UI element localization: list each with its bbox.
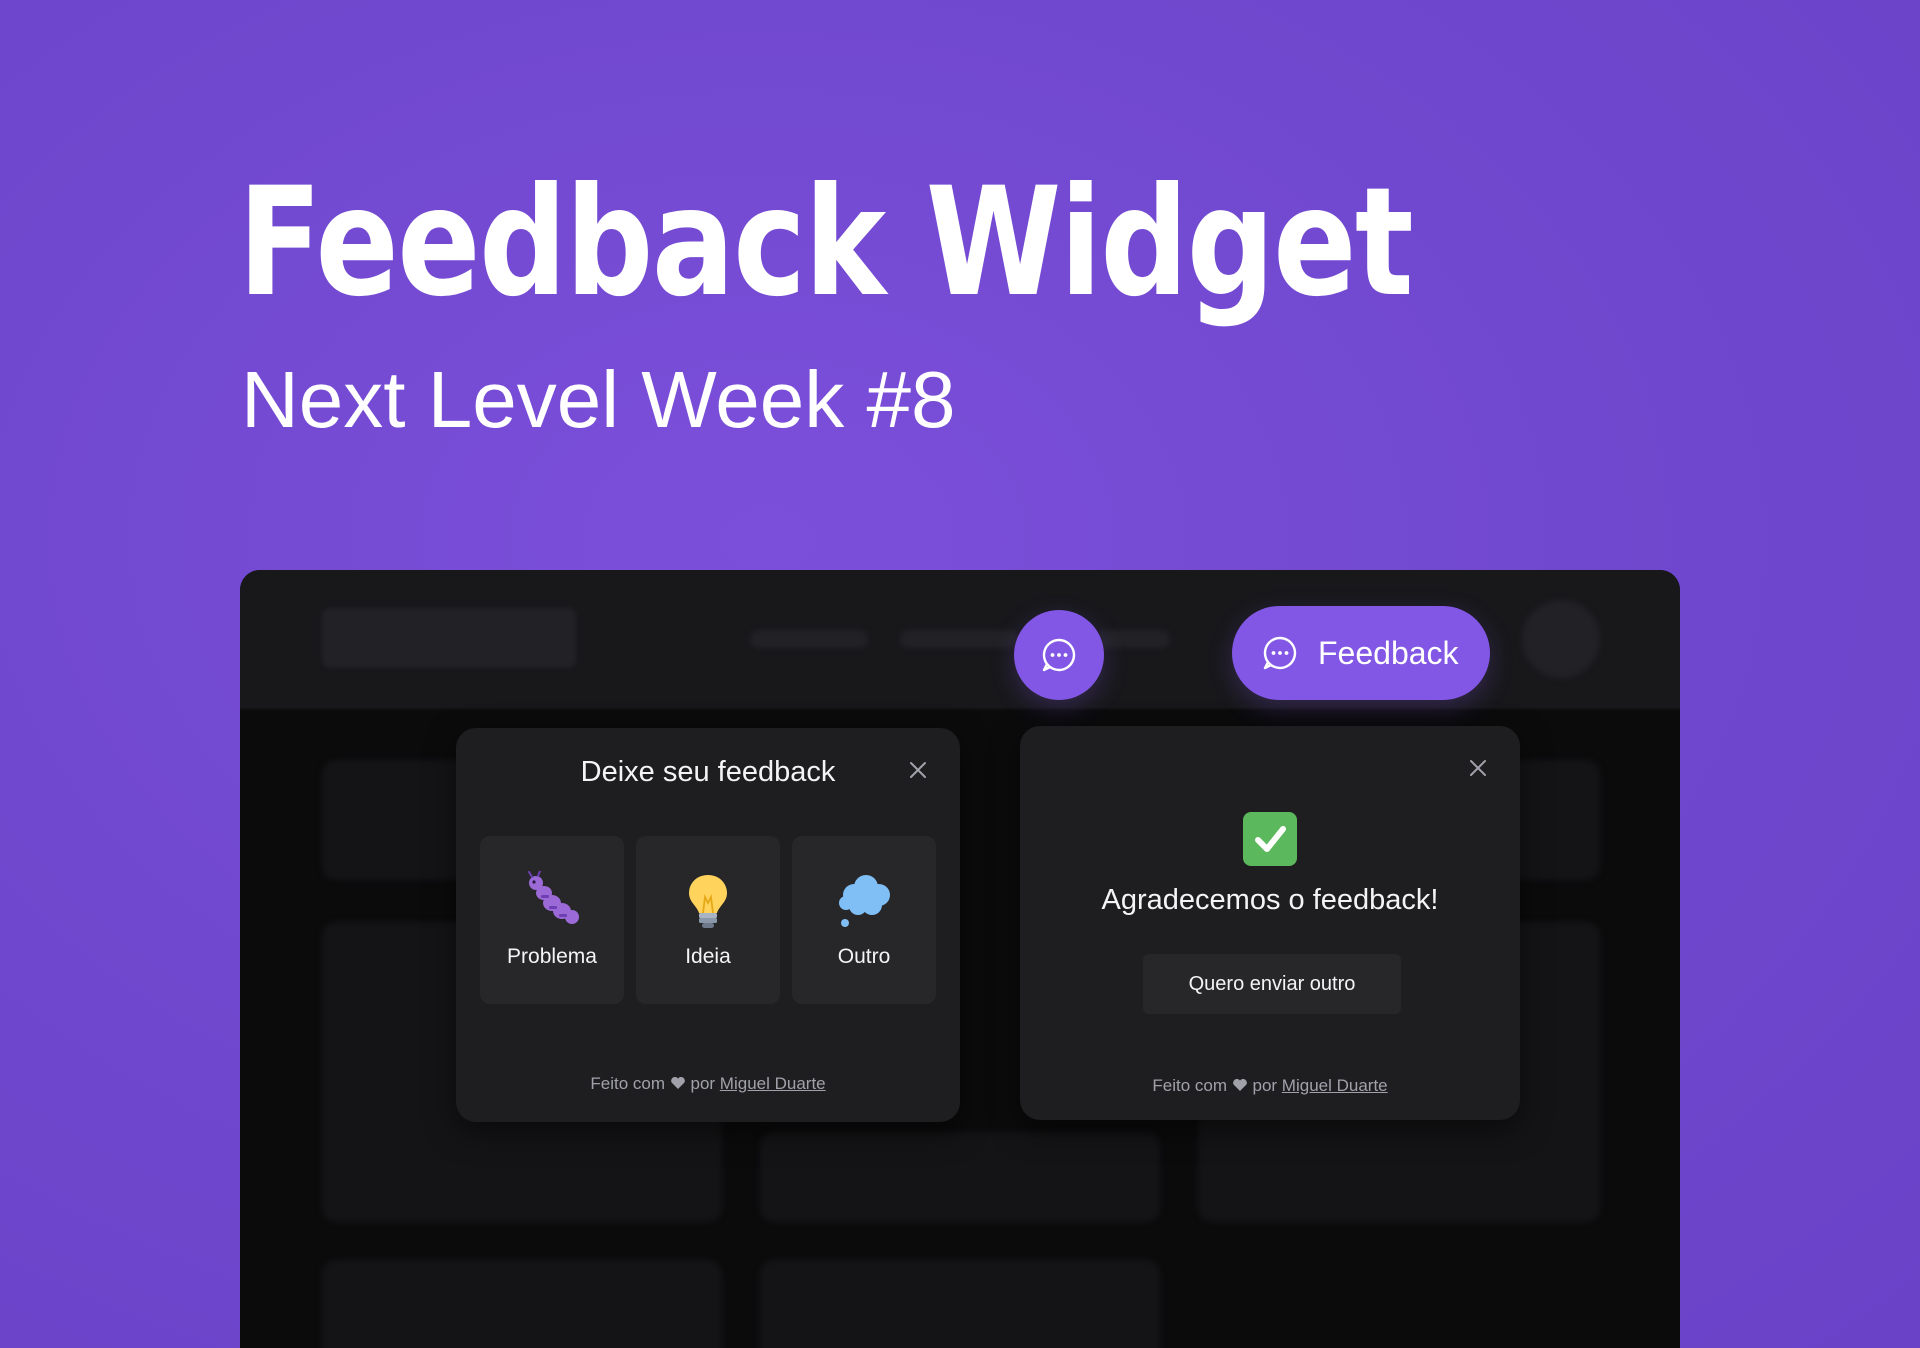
option-label: Outro [837, 945, 891, 968]
feedback-fab-button[interactable] [1014, 610, 1104, 700]
close-button[interactable] [1466, 756, 1490, 780]
content-card [760, 1132, 1160, 1222]
footer-prefix: Feito com [590, 1074, 666, 1093]
nav-placeholder [1096, 630, 1170, 648]
close-icon [1470, 760, 1486, 776]
option-outro[interactable]: Outro [792, 836, 936, 1004]
logo-placeholder [322, 608, 576, 668]
bug-icon [528, 871, 579, 924]
app-preview: Feedback Deixe seu feedback Problema Ide… [240, 570, 1680, 1348]
feedback-form-widget: Deixe seu feedback Problema Ideia Outro … [456, 728, 960, 1122]
feedback-button[interactable]: Feedback [1232, 606, 1490, 700]
heart-icon [1232, 1078, 1247, 1091]
footer-prefix: Feito com [1152, 1076, 1228, 1095]
widget-footer: Feito com por Miguel Duarte [456, 1074, 960, 1094]
close-button[interactable] [906, 758, 930, 782]
content-card [760, 1260, 1160, 1348]
content-card [322, 1260, 722, 1348]
feedback-success-widget: Agradecemos o feedback! Quero enviar out… [1020, 726, 1520, 1120]
send-another-button[interactable]: Quero enviar outro [1143, 954, 1401, 1014]
success-title: Agradecemos o feedback! [1101, 884, 1439, 916]
chat-dots-icon [1263, 636, 1297, 670]
option-label: Ideia [685, 945, 731, 968]
close-icon [910, 762, 926, 778]
lightbulb-icon [689, 875, 727, 928]
hero-subtitle: Next Level Week #8 [241, 355, 956, 444]
avatar [1522, 600, 1600, 678]
hero-title: Feedback Widget [238, 156, 1414, 330]
feedback-type-options: Problema Ideia Outro [480, 836, 936, 1004]
check-icon [1243, 812, 1297, 866]
option-ideia[interactable]: Ideia [636, 836, 780, 1004]
feedback-button-label: Feedback [1318, 634, 1459, 671]
author-link[interactable]: Miguel Duarte [720, 1074, 826, 1093]
footer-by: por [690, 1074, 716, 1093]
nav-placeholder [750, 630, 868, 648]
nav-placeholder [900, 630, 1018, 648]
option-problema[interactable]: Problema [480, 836, 624, 1004]
chat-dots-icon [1042, 638, 1076, 672]
widget-footer: Feito com por Miguel Duarte [1020, 1076, 1520, 1096]
thought-cloud-icon [839, 875, 890, 927]
option-label: Problema [507, 945, 597, 968]
author-link[interactable]: Miguel Duarte [1282, 1076, 1388, 1095]
widget-title: Deixe seu feedback [580, 756, 836, 788]
footer-by: por [1252, 1076, 1278, 1095]
heart-icon [670, 1076, 685, 1089]
